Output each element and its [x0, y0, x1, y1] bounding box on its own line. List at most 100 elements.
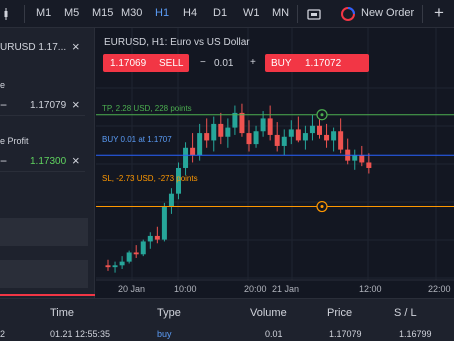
volume-value[interactable]: 0.01	[214, 58, 233, 69]
candle-body	[338, 131, 344, 150]
candle-body	[154, 235, 160, 240]
candle-body	[317, 125, 322, 135]
new-order-icon[interactable]	[340, 6, 356, 22]
header-price[interactable]: Price	[327, 307, 352, 319]
stop-loss-label: e	[0, 80, 6, 90]
candle-body	[133, 252, 139, 255]
header-type[interactable]: Type	[157, 307, 181, 319]
toolbar-divider	[422, 5, 423, 23]
candle-body	[105, 265, 111, 268]
timeframe-m30[interactable]: M30	[121, 7, 142, 19]
chart-type-icon[interactable]	[2, 6, 18, 22]
candle-body	[274, 134, 280, 146]
toolbar-divider	[24, 5, 25, 23]
minus-icon[interactable]: −	[0, 98, 7, 112]
timeframe-m15[interactable]: M15	[92, 7, 113, 19]
row-sl: 1.16799	[399, 329, 432, 339]
candle-body	[352, 155, 358, 161]
chart-area[interactable]: EURUSD, H1: Euro vs US Dollar 1.17069 SE…	[96, 28, 454, 298]
candle-body	[140, 241, 146, 255]
tp-handle-dot	[320, 113, 324, 117]
header-sl[interactable]: S / L	[394, 307, 417, 319]
candle-body	[331, 131, 337, 141]
candle-body	[211, 123, 217, 141]
sell-label: SELL	[159, 58, 184, 69]
order-button-placeholder[interactable]	[0, 260, 88, 288]
stop-loss-value: 1.17079	[30, 100, 67, 111]
time-tick: 22:00	[428, 284, 451, 294]
candle-body	[288, 129, 294, 137]
timeframe-m1[interactable]: M1	[36, 7, 51, 19]
time-axis: 20 Jan 10:00 20:00 21 Jan 12:00 22:00	[96, 281, 454, 298]
sell-button[interactable]: 1.17069 SELL	[103, 54, 189, 72]
new-order-button[interactable]: New Order	[361, 7, 414, 19]
indicators-icon[interactable]	[306, 6, 322, 22]
candle-body	[126, 252, 132, 262]
buy-button[interactable]: BUY 1.17072	[265, 54, 369, 72]
clear-icon[interactable]: ×	[72, 153, 80, 168]
candle-body	[119, 261, 125, 266]
candle-body	[324, 134, 330, 141]
candle-body	[218, 123, 224, 137]
timeframe-h4[interactable]: H4	[183, 7, 197, 19]
row-price: 1.17079	[329, 329, 362, 339]
candle-body	[309, 125, 315, 134]
timeframe-h1[interactable]: H1	[155, 7, 169, 19]
candle-body	[204, 133, 210, 141]
buy-label: BUY	[271, 58, 292, 69]
order-button-placeholder[interactable]	[0, 218, 88, 246]
candle-body	[197, 133, 203, 156]
candle-body	[239, 112, 245, 134]
trading-app: M1 M5 M15 M30 H1 H4 D1 W1 MN New Order +…	[0, 0, 454, 341]
candle-body	[267, 118, 273, 135]
sl-label[interactable]: SL, -2.73 USD, -273 points	[102, 174, 198, 183]
header-volume[interactable]: Volume	[250, 307, 287, 319]
candle-body	[183, 147, 189, 168]
row-time: 01.21 12:55:35	[50, 329, 111, 339]
buy-line-label[interactable]: BUY 0.01 at 1.1707	[102, 135, 172, 144]
row-ticket: 2	[0, 329, 6, 339]
time-tick: 20 Jan	[118, 284, 146, 294]
volume-increase[interactable]: +	[250, 57, 256, 68]
row-volume: 0.01	[265, 329, 283, 339]
sell-price: 1.17069	[110, 58, 147, 69]
panel-accent-line	[0, 294, 95, 296]
volume-decrease[interactable]: −	[200, 57, 206, 68]
sl-handle-dot	[320, 205, 324, 209]
candle-body	[161, 206, 167, 240]
tp-label[interactable]: TP, 2.28 USD, 228 points	[102, 104, 192, 113]
take-profit-label: e Profit	[0, 136, 29, 146]
minus-icon[interactable]: −	[0, 154, 7, 168]
candle-body	[359, 155, 365, 163]
candle-body	[302, 133, 308, 141]
time-tick: 20:00	[244, 284, 267, 294]
time-tick: 12:00	[359, 284, 382, 294]
candle-body	[260, 118, 266, 132]
candle-body	[295, 129, 301, 141]
candle-body	[147, 235, 153, 242]
timeframe-toolbar: M1 M5 M15 M30 H1 H4 D1 W1 MN New Order +	[0, 0, 454, 28]
candle-body	[168, 193, 174, 207]
candle-body	[112, 265, 118, 268]
header-time[interactable]: Time	[50, 307, 74, 319]
timeframe-d1[interactable]: D1	[213, 7, 227, 19]
candle-body	[246, 133, 252, 145]
timeframe-mn[interactable]: MN	[272, 7, 289, 19]
take-profit-value: 1.17300	[30, 156, 67, 167]
take-profit-field[interactable]: − 1.17300 ×	[0, 150, 85, 172]
timeframe-m5[interactable]: M5	[64, 7, 79, 19]
close-icon[interactable]: ×	[72, 39, 80, 54]
time-tick: 10:00	[174, 284, 197, 294]
time-tick: 21 Jan	[272, 284, 300, 294]
positions-table: Time Type Volume Price S / L 2 01.21 12:…	[0, 298, 454, 341]
candle-body	[225, 127, 231, 137]
timeframe-w1[interactable]: W1	[243, 7, 260, 19]
toolbar-divider	[297, 5, 298, 23]
candle-body	[253, 131, 259, 145]
clear-icon[interactable]: ×	[72, 97, 80, 112]
chart-title: EURUSD, H1: Euro vs US Dollar	[104, 37, 250, 48]
order-symbol: URUSD 1.17...	[0, 42, 67, 53]
stop-loss-field[interactable]: − 1.17079 ×	[0, 94, 85, 116]
row-type: buy	[157, 329, 172, 339]
add-icon[interactable]: +	[434, 3, 444, 23]
